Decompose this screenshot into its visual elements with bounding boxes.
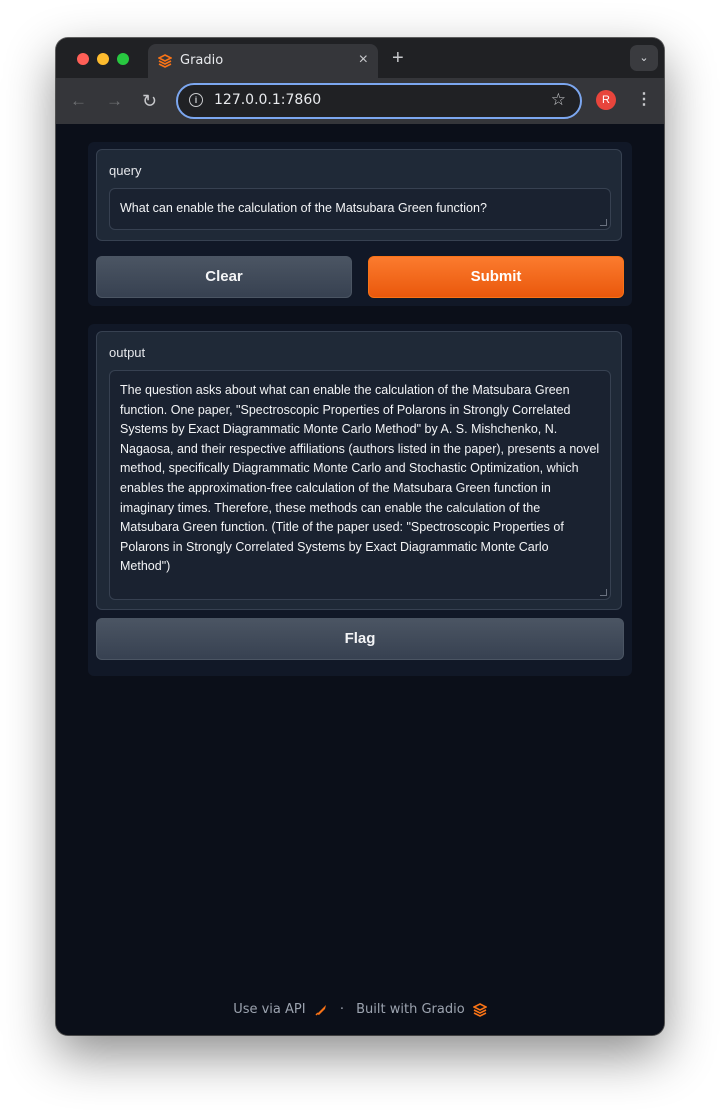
- close-window-button[interactable]: [77, 53, 89, 65]
- back-arrow-icon[interactable]: ←: [70, 91, 87, 111]
- minimize-window-button[interactable]: [97, 53, 109, 65]
- tab-title: Gradio: [180, 53, 224, 68]
- output-text: The question asks about what can enable …: [120, 383, 600, 574]
- reload-icon[interactable]: ↻: [142, 91, 157, 111]
- built-with-gradio-link[interactable]: Built with Gradio: [356, 1002, 465, 1017]
- output-panel: output The question asks about what can …: [88, 324, 632, 676]
- query-field: query What can enable the calculation of…: [96, 149, 622, 241]
- profile-avatar[interactable]: R: [596, 90, 616, 110]
- tab-bar: Gradio × + ⌄: [56, 38, 664, 78]
- flag-button[interactable]: Flag: [96, 618, 624, 660]
- clear-button[interactable]: Clear: [96, 256, 352, 298]
- more-menu-icon[interactable]: ⋮: [636, 89, 652, 109]
- rocket-icon: [315, 1004, 326, 1016]
- forward-arrow-icon[interactable]: →: [106, 91, 123, 111]
- maximize-window-button[interactable]: [117, 53, 129, 65]
- input-panel: query What can enable the calculation of…: [88, 142, 632, 306]
- url-text[interactable]: 127.0.0.1:7860: [214, 92, 321, 108]
- resize-handle-icon[interactable]: [600, 589, 607, 596]
- browser-toolbar: ← → ↻ i 127.0.0.1:7860 ☆ R ⋮: [56, 78, 664, 124]
- tab-close-icon[interactable]: ×: [359, 51, 368, 69]
- browser-tab[interactable]: Gradio ×: [148, 44, 378, 78]
- footer: Use via API · Built with Gradio: [56, 1002, 664, 1017]
- page-content: query What can enable the calculation of…: [56, 124, 664, 1035]
- footer-separator: ·: [339, 1002, 344, 1017]
- new-tab-icon[interactable]: +: [392, 46, 404, 70]
- submit-button[interactable]: Submit: [368, 256, 624, 298]
- site-info-icon[interactable]: i: [189, 93, 203, 107]
- output-label: output: [109, 345, 146, 360]
- resize-handle-icon[interactable]: [600, 219, 607, 226]
- bookmark-star-icon[interactable]: ☆: [551, 90, 566, 110]
- query-input[interactable]: What can enable the calculation of the M…: [109, 188, 611, 230]
- output-textbox[interactable]: The question asks about what can enable …: [109, 370, 611, 600]
- tab-search-chevron-icon[interactable]: ⌄: [630, 45, 658, 71]
- address-bar[interactable]: i 127.0.0.1:7860 ☆: [176, 83, 582, 119]
- query-text: What can enable the calculation of the M…: [120, 201, 487, 215]
- use-via-api-link[interactable]: Use via API: [233, 1002, 305, 1017]
- gradio-logo-icon: [472, 1002, 487, 1017]
- output-field: output The question asks about what can …: [96, 331, 622, 610]
- browser-window: Gradio × + ⌄ ← → ↻ i 127.0.0.1:7860 ☆ R …: [56, 38, 664, 1035]
- query-label: query: [109, 163, 142, 178]
- gradio-logo-icon: [158, 54, 172, 68]
